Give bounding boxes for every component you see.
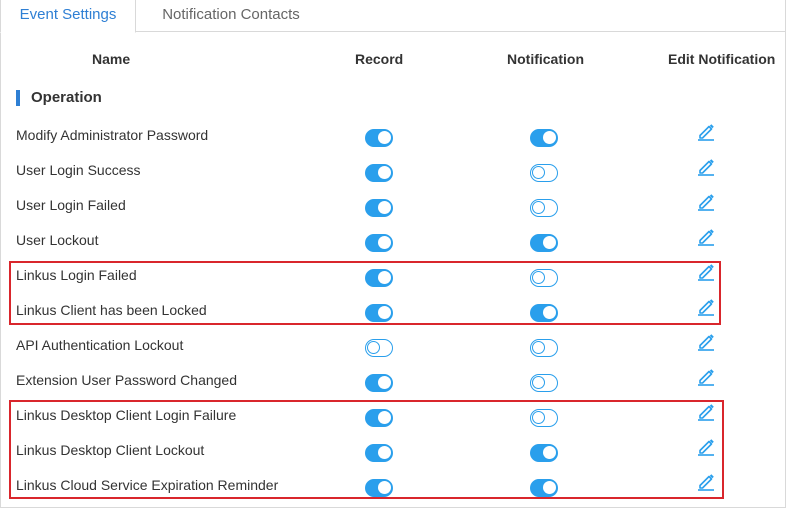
event-row: User Login Failed — [0, 194, 786, 232]
toggle-knob — [367, 341, 380, 354]
tab-notification-contacts[interactable]: Notification Contacts — [136, 0, 326, 32]
record-toggle[interactable] — [365, 199, 393, 217]
section-accent-bar — [16, 90, 20, 106]
toggle-knob — [532, 341, 545, 354]
toggle-knob — [378, 166, 391, 179]
event-name: Extension User Password Changed — [16, 372, 238, 388]
notification-toggle[interactable] — [530, 374, 558, 392]
toggle-knob — [378, 201, 391, 214]
record-toggle[interactable] — [365, 164, 393, 182]
edit-pencil-icon[interactable] — [696, 191, 716, 211]
edit-pencil-icon[interactable] — [696, 366, 716, 386]
notification-toggle[interactable] — [530, 339, 558, 357]
column-header-edit-notification: Edit Notification — [668, 51, 776, 67]
toggle-knob — [532, 166, 545, 179]
column-header-notification: Notification — [507, 51, 584, 67]
record-toggle[interactable] — [365, 129, 393, 147]
toggle-knob — [378, 236, 391, 249]
record-toggle[interactable] — [365, 234, 393, 252]
notification-toggle[interactable] — [530, 164, 558, 182]
edit-pencil-icon[interactable] — [696, 226, 716, 246]
highlight-box-linkus — [9, 261, 721, 325]
edit-pencil-icon[interactable] — [696, 121, 716, 141]
toggle-knob — [378, 131, 391, 144]
toggle-knob — [543, 236, 556, 249]
record-toggle[interactable] — [365, 339, 393, 357]
event-row: User Login Success — [0, 159, 786, 197]
column-header-record: Record — [355, 51, 404, 67]
section-title: Operation — [31, 89, 102, 106]
edit-pencil-icon[interactable] — [696, 331, 716, 351]
column-header-name: Name — [92, 51, 131, 67]
tab-event-settings[interactable]: Event Settings — [0, 0, 136, 33]
event-name: User Login Failed — [16, 197, 126, 213]
tab-bar: Event Settings Notification Contacts — [0, 0, 786, 33]
toggle-knob — [378, 376, 391, 389]
event-name: User Lockout — [16, 232, 99, 248]
notification-toggle[interactable] — [530, 199, 558, 217]
event-name: User Login Success — [16, 162, 141, 178]
toggle-knob — [532, 376, 545, 389]
notification-toggle[interactable] — [530, 129, 558, 147]
event-name: Modify Administrator Password — [16, 127, 209, 143]
event-row: Modify Administrator Password — [0, 124, 786, 162]
notification-toggle[interactable] — [530, 234, 558, 252]
event-row: API Authentication Lockout — [0, 334, 786, 372]
toggle-knob — [532, 201, 545, 214]
event-name: API Authentication Lockout — [16, 337, 184, 353]
highlight-box-linkus-desktop — [9, 400, 724, 499]
toggle-knob — [543, 131, 556, 144]
edit-pencil-icon[interactable] — [696, 156, 716, 176]
record-toggle[interactable] — [365, 374, 393, 392]
